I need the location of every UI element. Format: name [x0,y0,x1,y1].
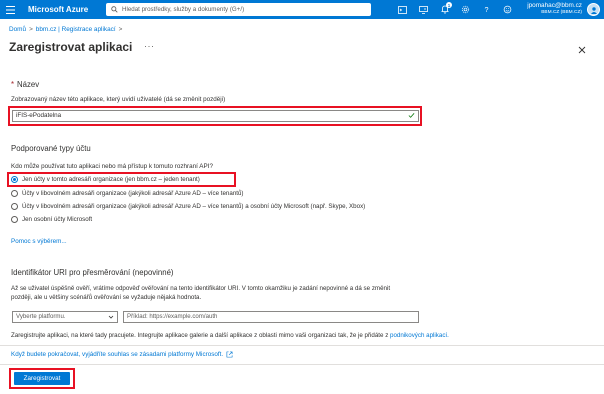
redirect-uri-heading: Identifikátor URI pro přesměrování (nepo… [11,268,174,277]
highlight-register-button [9,368,75,389]
radio-button[interactable] [11,203,18,210]
account-types-question: Kdo může používat tuto aplikaci nebo má … [11,163,213,170]
redirect-uri-input[interactable]: Příklad: https://example.com/auth [123,311,419,323]
account-email: jpomahac@bbm.cz [527,2,582,9]
platform-placeholder: Vyberte platformu. [16,313,66,320]
platform-policy-text: Když budete pokračovat, vyjádříte souhla… [11,351,224,358]
notifications-icon[interactable]: 1 [434,0,455,19]
global-search[interactable]: Hledat prostředky, služby a dokumenty (G… [106,3,371,16]
divider [0,345,604,346]
notification-badge: 1 [446,2,452,8]
redirect-uri-placeholder: Příklad: https://example.com/auth [127,313,218,320]
breadcrumb-home[interactable]: Domů [9,26,26,33]
redirect-description-line: Až se uživatel úspěšně ověří, vrátíme od… [11,285,391,292]
platform-policy-link[interactable]: Když budete pokračovat, vyjádříte souhla… [11,351,233,358]
breadcrumb-separator: > [29,26,33,33]
settings-gear-icon[interactable] [455,0,476,19]
feedback-icon[interactable] [497,0,518,19]
avatar[interactable] [587,3,600,16]
search-icon [111,6,118,13]
redirect-description-line: později, ale u většiny scénářů ověřování… [11,294,202,301]
portal-menu-icon[interactable] [0,0,20,19]
search-placeholder: Hledat prostředky, služby a dokumenty (G… [122,6,245,13]
chevron-down-icon [108,315,114,319]
name-heading: * Název [11,80,39,89]
account-type-option-multi-tenant[interactable]: Účty v libovolném adresáři organizace (j… [11,190,243,197]
account-type-option-personal[interactable]: Jen osobní účty Microsoft [11,216,92,223]
top-bar: Microsoft Azure Hledat prostředky, služb… [0,0,604,19]
highlight-name-input [8,106,422,126]
account-types-heading: Podporované typy účtu [11,144,91,153]
required-asterisk: * [11,80,15,89]
radio-button[interactable] [11,190,18,197]
radio-label: Účty v libovolném adresáři organizace (j… [22,203,366,210]
enterprise-apps-link[interactable]: podnikových aplikací. [390,332,449,339]
cloud-shell-icon[interactable] [392,0,413,19]
user-icon [590,6,597,14]
external-link-icon [226,351,233,358]
radio-label: Jen osobní účty Microsoft [22,216,93,223]
radio-button[interactable] [11,216,18,223]
breadcrumb-app-registrations[interactable]: bbm.cz | Registrace aplikací [36,26,116,33]
breadcrumb: Domů > bbm.cz | Registrace aplikací > [9,26,125,33]
close-icon[interactable] [578,41,588,54]
gallery-note: Zaregistrujte aplikaci, na které tady pr… [11,331,449,340]
gallery-note-text: Zaregistrujte aplikaci, na které tady pr… [11,332,389,339]
help-icon[interactable]: ? [476,0,497,19]
account-info[interactable]: jpomahac@bbm.cz BBM.CZ (BBM.CZ) [527,2,582,16]
help-choose-link[interactable]: Pomoc s výběrem... [11,238,67,245]
redirect-description: Až se uživatel úspěšně ověří, vrátíme od… [11,284,431,302]
page-title: Zaregistrovat aplikaci [9,40,133,54]
account-type-option-multi-tenant-personal[interactable]: Účty v libovolném adresáři organizace (j… [11,203,365,210]
highlight-single-tenant [7,172,236,187]
more-options-button[interactable]: ··· [144,41,155,51]
platform-select[interactable]: Vyberte platformu. [12,311,118,323]
svg-text:?: ? [485,5,489,14]
directory-filter-icon[interactable] [413,0,434,19]
divider [0,364,604,365]
name-heading-text: Název [17,80,40,89]
brand-title[interactable]: Microsoft Azure [28,5,112,14]
name-description: Zobrazovaný název této aplikace, který u… [11,96,226,103]
radio-label: Účty v libovolném adresáři organizace (j… [22,190,244,197]
account-tenant: BBM.CZ (BBM.CZ) [541,10,582,15]
breadcrumb-separator: > [118,26,123,33]
